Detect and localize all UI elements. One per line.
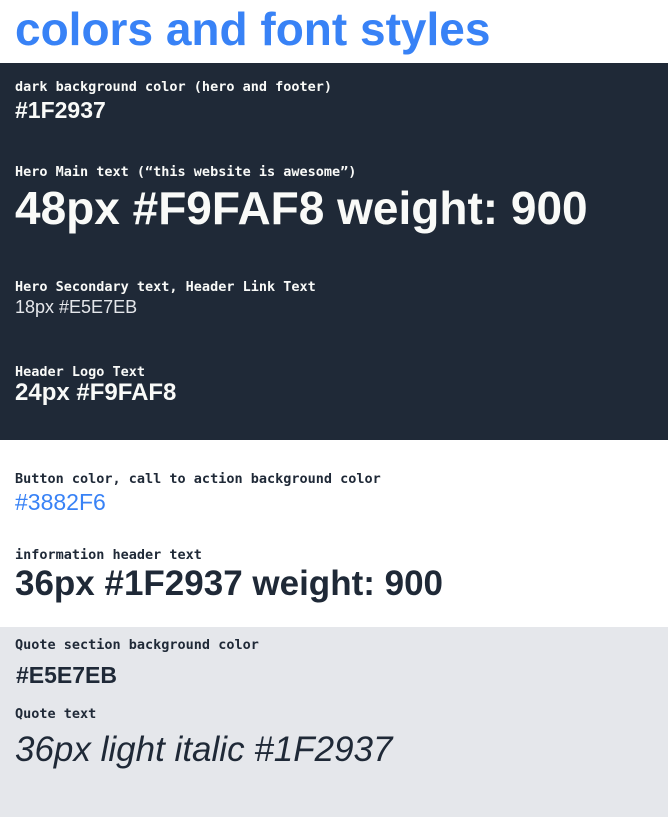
page-title: colors and font styles (15, 3, 491, 55)
dark-section: dark background color (hero and footer) … (0, 63, 668, 440)
hero-main-value: 48px #F9FAF8 weight: 900 (15, 182, 588, 234)
button-color-value: #3882F6 (15, 489, 106, 515)
dark-bg-value: #1F2937 (15, 97, 106, 123)
style-guide-page: colors and font styles dark background c… (0, 0, 668, 817)
info-section: Button color, call to action background … (0, 440, 668, 627)
info-header-value: 36px #1F2937 weight: 900 (15, 564, 443, 603)
quote-bg-label: Quote section background color (15, 637, 259, 653)
quote-text-label: Quote text (15, 706, 97, 722)
dark-bg-label: dark background color (hero and footer) (15, 79, 332, 95)
button-color-label: Button color, call to action background … (15, 471, 381, 487)
hero-secondary-label: Hero Secondary text, Header Link Text (15, 279, 316, 295)
info-header-label: information header text (15, 547, 202, 563)
quote-text-value: 36px light italic #1F2937 (15, 730, 393, 769)
header-logo-value: 24px #F9FAF8 (15, 379, 177, 406)
hero-secondary-value: 18px #E5E7EB (15, 297, 138, 317)
hero-main-label: Hero Main text (“this website is awesome… (15, 164, 357, 180)
quote-bg-value: #E5E7EB (16, 662, 118, 688)
quote-section: Quote section background color #E5E7EB Q… (0, 627, 668, 817)
